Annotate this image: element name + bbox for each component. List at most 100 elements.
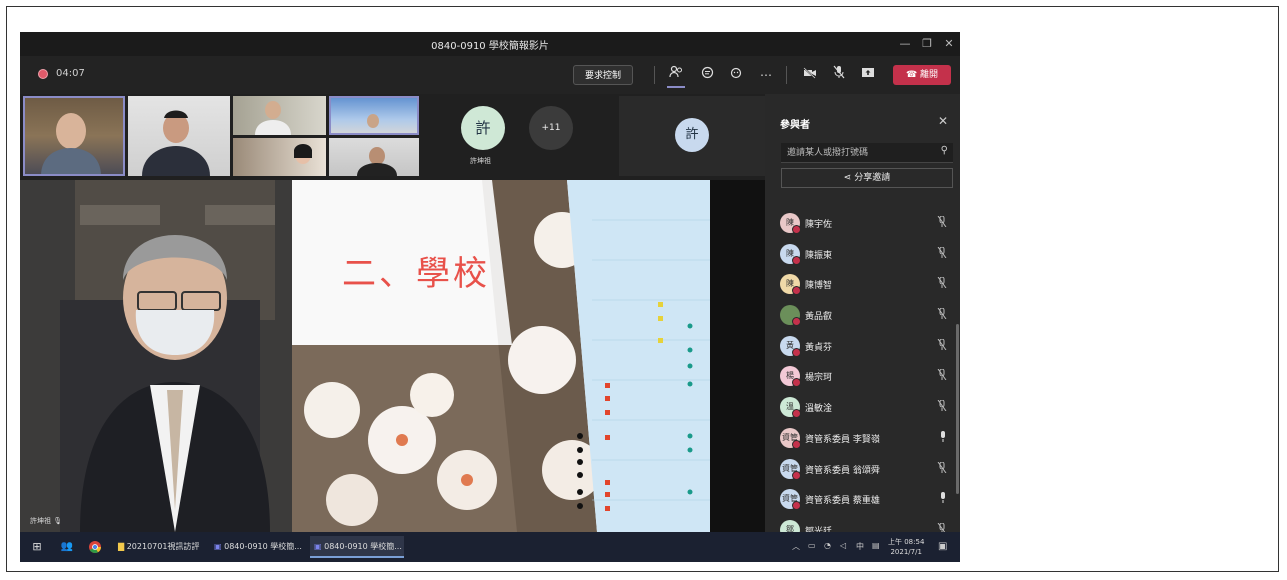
close-panel-icon[interactable]: ✕ xyxy=(938,114,948,128)
taskbar-clock[interactable]: 上午 08:54 2021/7/1 xyxy=(888,537,924,557)
participant-row[interactable]: 陳陳博智 xyxy=(779,269,955,300)
participant-avatar: 資管 xyxy=(780,458,801,480)
speaker-name: 許坤祖 xyxy=(30,517,51,525)
participant-name: 陳宇佐 xyxy=(805,220,833,230)
participant-row[interactable]: 資管 資管系委員 蔡重雄 xyxy=(779,484,955,515)
taskbar-teams-item-active[interactable]: ▣ 0840-0910 學校簡... xyxy=(310,536,404,558)
more-participants-button[interactable]: +11 xyxy=(529,106,573,150)
mic-muted-icon[interactable] xyxy=(937,399,947,414)
status-badge xyxy=(792,470,801,480)
participant-row[interactable]: 陳陳振東 xyxy=(779,239,955,270)
volume-icon[interactable]: ◁ xyxy=(840,541,846,550)
mic-muted-icon[interactable] xyxy=(937,368,947,383)
participant-avatar: 陳 xyxy=(780,243,801,265)
meeting-toolbar: 04:07 要求控制 ⋯ ☎ 離開 xyxy=(20,56,960,95)
network-icon[interactable]: ▭ xyxy=(808,541,816,550)
toolbar-divider xyxy=(654,66,655,84)
chrome-icon[interactable] xyxy=(84,536,106,558)
mic-icon: 🎙 xyxy=(53,517,63,525)
tray-chevron-icon[interactable]: ︿ xyxy=(792,541,800,552)
main-stage: 許坤祖 🎙 二、學校 xyxy=(20,180,765,532)
mic-off-icon[interactable] xyxy=(829,65,849,85)
invite-search-input[interactable] xyxy=(785,145,929,161)
participant-row[interactable]: 陳陳宇佐 xyxy=(779,208,955,239)
mic-muted-icon[interactable] xyxy=(937,246,947,261)
mic-muted-icon[interactable] xyxy=(937,338,947,353)
active-speaker-video[interactable]: 許坤祖 🎙 xyxy=(20,180,292,532)
participant-avatar[interactable]: 許 xyxy=(461,106,505,150)
invite-search-box: ⚲ xyxy=(781,143,953,163)
shared-presentation[interactable]: 二、學校 xyxy=(292,180,710,532)
share-screen-icon[interactable] xyxy=(858,65,878,85)
slide-artwork-icon xyxy=(292,180,710,532)
participant-video-icon xyxy=(294,144,312,164)
participant-video-icon xyxy=(255,101,291,135)
share-invite-button[interactable]: ⋖ 分享邀請 xyxy=(781,168,953,188)
status-badge xyxy=(792,409,801,419)
taskbar-item-label: 0840-0910 學校簡... xyxy=(324,542,402,551)
restore-icon[interactable]: ❐ xyxy=(918,35,936,53)
participant-row[interactable]: 黃品叡 xyxy=(779,300,955,331)
participant-row[interactable]: 楊楊宗珂 xyxy=(779,361,955,392)
status-badge xyxy=(792,317,801,327)
search-icon[interactable]: ⚲ xyxy=(941,145,948,156)
clock-time: 上午 08:54 xyxy=(888,538,925,546)
input-language-icon[interactable]: 中 xyxy=(856,541,864,552)
status-badge xyxy=(792,225,801,234)
status-badge xyxy=(792,378,801,388)
status-badge xyxy=(792,347,801,357)
audio-only-tile[interactable]: 許 xyxy=(619,96,765,176)
minimize-icon[interactable]: — xyxy=(896,35,914,53)
participant-row[interactable]: 資管 資管系委員 李賢嶺 xyxy=(779,423,955,454)
leave-button-label: 離開 xyxy=(920,70,939,80)
share-icon: ⋖ xyxy=(843,173,852,183)
participant-avatar xyxy=(780,305,801,327)
chat-icon[interactable] xyxy=(697,65,717,85)
panel-scrollbar[interactable] xyxy=(956,324,959,494)
participant-row[interactable]: 溫溫敏淦 xyxy=(779,392,955,423)
reactions-icon[interactable] xyxy=(726,65,746,85)
participant-name: 黃品叡 xyxy=(805,312,833,323)
participant-avatar: 許 xyxy=(675,118,709,152)
mic-on-icon[interactable] xyxy=(939,430,947,445)
video-tile[interactable] xyxy=(329,138,419,176)
teams-app-icon[interactable]: 👥 xyxy=(56,536,78,558)
panel-title: 參與者 xyxy=(780,120,810,131)
windows-start-icon[interactable]: ⊞ xyxy=(26,536,48,558)
camera-off-icon[interactable] xyxy=(800,65,820,85)
video-tile[interactable] xyxy=(233,96,326,135)
video-tile[interactable] xyxy=(329,96,419,135)
video-tile[interactable] xyxy=(233,138,326,176)
status-badge xyxy=(792,286,801,296)
ime-icon[interactable]: ▤ xyxy=(872,541,880,550)
participant-row[interactable]: 黃黃貞芬 xyxy=(779,331,955,362)
participant-name: 黃貞芬 xyxy=(805,342,833,353)
participant-video-icon xyxy=(142,110,210,176)
teams-icon: ▣ xyxy=(314,542,322,551)
taskbar-teams-item[interactable]: ▣ 0840-0910 學校簡... xyxy=(210,536,306,558)
teams-icon: ▣ xyxy=(214,542,222,551)
participant-list: 陳陳宇佐陳陳振東陳陳博智 黃品叡黃黃貞芬楊楊宗珂溫溫敏淦 資管 資管系委員 李賢嶺 資管… xyxy=(779,208,955,546)
participants-panel: 參與者 ✕ ⚲ ⋖ 分享邀請 陳陳宇佐陳陳振東陳陳博智黃品叡黃黃貞芬楊楊宗珂溫溫… xyxy=(765,94,960,541)
participant-video-icon xyxy=(357,147,397,176)
leave-button[interactable]: ☎ 離開 xyxy=(893,65,951,85)
close-window-icon[interactable]: ✕ xyxy=(940,35,958,53)
mic-on-icon[interactable] xyxy=(939,492,947,506)
speaker-video-icon xyxy=(20,180,292,532)
mic-muted-icon[interactable] xyxy=(937,307,947,322)
participant-avatar: 黃 xyxy=(780,335,801,357)
mic-muted-icon[interactable] xyxy=(937,276,947,291)
participant-row[interactable]: 資管 資管系委員 翁頌舜 xyxy=(779,454,955,485)
mic-muted-icon[interactable] xyxy=(937,461,947,476)
mic-muted-icon[interactable] xyxy=(937,215,947,230)
taskbar-folder-item[interactable]: ▇ 20210701視訊訪評 xyxy=(114,536,204,558)
video-tile[interactable] xyxy=(23,96,125,176)
notification-icon[interactable]: ▣ xyxy=(938,541,947,552)
toolbar-divider xyxy=(786,66,787,84)
request-control-button[interactable]: 要求控制 xyxy=(573,65,633,85)
windows-taskbar: ⊞ 👥 ▇ 20210701視訊訪評 ▣ 0840-0910 學校簡... ▣ … xyxy=(20,532,960,562)
participants-icon[interactable] xyxy=(666,65,686,85)
video-tile[interactable] xyxy=(128,96,230,176)
battery-icon[interactable]: ◔ xyxy=(824,541,831,550)
more-options-icon[interactable]: ⋯ xyxy=(756,65,776,85)
